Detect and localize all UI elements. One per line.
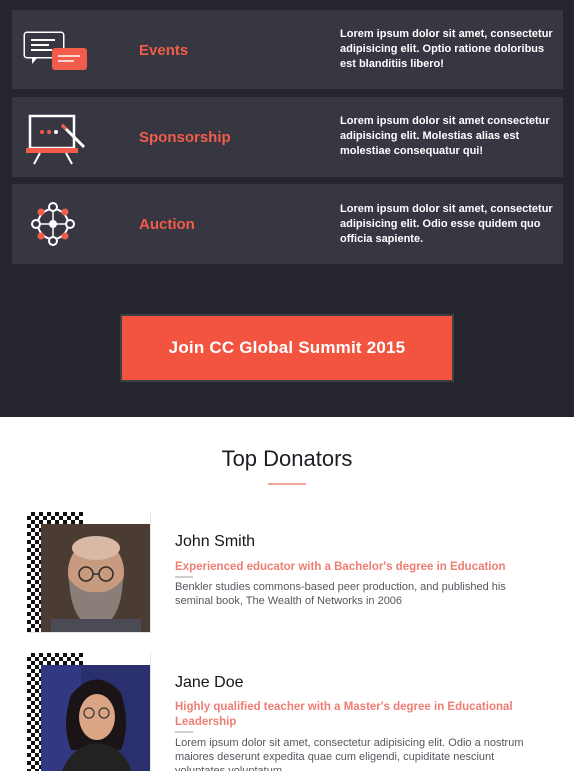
donor-bio: Benkler studies commons-based peer produ…: [175, 581, 506, 607]
avatar-photo: [41, 665, 150, 771]
divider: [175, 576, 193, 578]
feature-row-sponsorship: Sponsorship Lorem ipsum dolor sit amet c…: [12, 97, 563, 177]
title-underline: [268, 483, 306, 485]
donor-role: Experienced educator with a Bachelor's d…: [175, 561, 506, 573]
presentation-board-icon: [22, 113, 90, 165]
avatar-photo: [41, 524, 150, 633]
avatar: [27, 512, 151, 633]
feature-description: Lorem ipsum dolor sit amet consectetur a…: [340, 115, 550, 157]
divider: [175, 731, 193, 733]
donor-name: Jane Doe: [175, 674, 244, 691]
donor-name: John Smith: [175, 533, 256, 550]
feature-row-auction: Auction Lorem ipsum dolor sit amet, cons…: [12, 184, 563, 264]
feature-row-events: Events Lorem ipsum dolor sit amet, conse…: [12, 10, 563, 89]
page: Events Lorem ipsum dolor sit amet, conse…: [0, 0, 574, 771]
section-title: Top Donators: [221, 446, 353, 471]
feature-description: Lorem ipsum dolor sit amet, consectetur …: [340, 28, 553, 70]
chat-bubbles-icon: [22, 26, 90, 78]
network-icon: [22, 200, 90, 252]
avatar: [27, 653, 151, 771]
feature-title: Auction: [139, 216, 195, 233]
feature-description: Lorem ipsum dolor sit amet, consectetur …: [340, 203, 553, 245]
donor-role: Highly qualified teacher with a Master's…: [175, 701, 513, 728]
features-section: Events Lorem ipsum dolor sit amet, conse…: [0, 0, 574, 417]
feature-title: Sponsorship: [139, 129, 231, 146]
join-summit-button[interactable]: Join CC Global Summit 2015: [120, 314, 454, 382]
feature-title: Events: [139, 42, 189, 59]
donor-bio: Lorem ipsum dolor sit amet, consectetur …: [175, 737, 524, 771]
